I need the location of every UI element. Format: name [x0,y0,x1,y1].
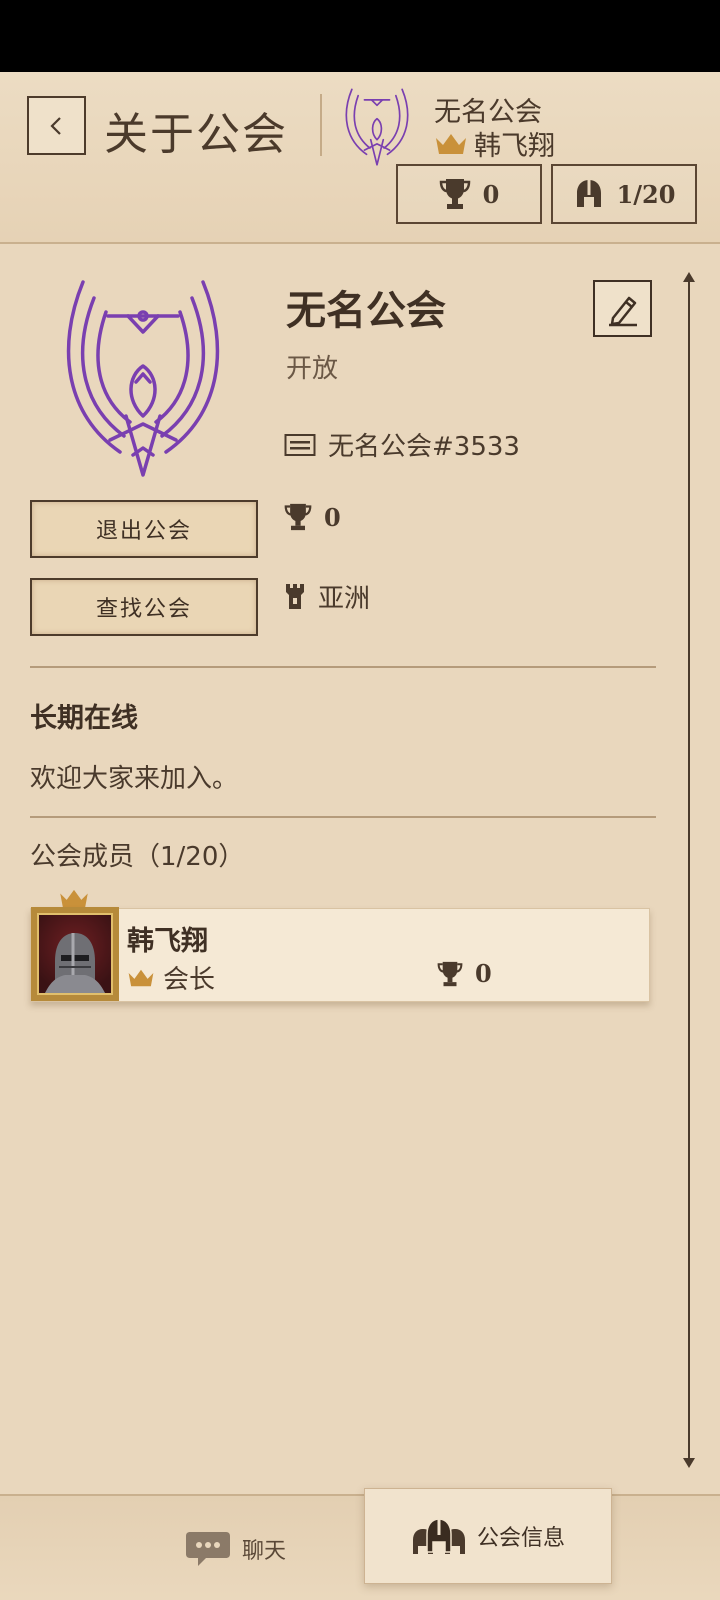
page-title: 关于公会 [104,109,288,160]
guild-region-row: 亚洲 [284,578,370,615]
guild-member-count-stat[interactable]: 1/20 [551,164,697,224]
tab-guild-info[interactable]: 公会信息 [364,1488,612,1584]
member-name: 韩飞翔 [127,926,208,957]
divider [30,666,656,668]
guild-status: 开放 [286,354,339,384]
guild-name: 无名公会 [286,288,446,334]
crown-icon [434,132,468,156]
chevron-left-icon [49,116,61,135]
pencil-icon [608,296,637,326]
tower-icon [286,583,304,609]
header-leader: 韩飞翔 [434,124,555,163]
guild-trophy-value: 0 [482,179,500,209]
trophy-icon [284,503,312,531]
member-trophy-value: 0 [475,959,492,988]
guild-description: 欢迎大家来加入。 [30,764,239,794]
find-guild-button[interactable]: 查找公会 [30,578,258,636]
guild-emblem-icon [345,88,409,166]
header: 关于公会 无名公会 韩飞翔 0 1/20 [0,72,720,244]
guild-trophy-count: 0 [324,502,341,532]
guild-id-row: 无名公会#3533 [284,426,520,463]
scrollbar[interactable] [683,272,695,1468]
leave-guild-button[interactable]: 退出公会 [30,500,258,558]
member-trophy: 0 [437,959,492,988]
trophy-icon [437,961,463,986]
divider [30,816,656,818]
status-bar [0,0,720,72]
back-button[interactable] [27,96,86,155]
header-leader-name: 韩飞翔 [474,131,555,162]
guild-emblem-large-icon [66,280,220,477]
trophy-icon [439,179,470,209]
arrow-down-icon [683,1458,695,1468]
tab-chat[interactable]: 聊天 [110,1496,360,1600]
member-row[interactable]: 韩飞翔 会长 0 [30,907,650,1002]
guild-helmets-icon [412,1518,465,1554]
edit-guild-button[interactable] [593,280,652,337]
guild-id: 无名公会#3533 [328,432,520,462]
tab-guild-info-label: 公会信息 [476,1526,565,1551]
member-role: 会长 [127,959,215,996]
bottom-tab-bar: 聊天 公会信息 [0,1488,720,1600]
chat-bubble-icon [185,1532,230,1566]
avatar[interactable] [31,907,119,1001]
guild-member-count-value: 1/20 [616,179,676,209]
guild-region: 亚洲 [318,584,371,614]
guild-tagline: 长期在线 [30,703,138,734]
tab-chat-label: 聊天 [241,1539,286,1564]
id-card-icon [284,433,316,456]
header-divider [320,94,322,156]
helmet-icon [576,180,601,207]
guild-trophy-stat[interactable]: 0 [396,164,542,224]
scrollbar-track [688,280,690,1460]
guild-trophy-row: 0 [284,502,341,532]
knight-helmet-icon [45,933,105,993]
members-section-title: 公会成员（1/20） [30,842,245,872]
guild-info-panel: 无名公会 开放 无名公会#3533 0 亚洲 退出公会 查找公会 长期在线 欢迎… [0,244,720,1494]
member-role-label: 会长 [163,965,216,995]
crown-icon [128,969,154,986]
